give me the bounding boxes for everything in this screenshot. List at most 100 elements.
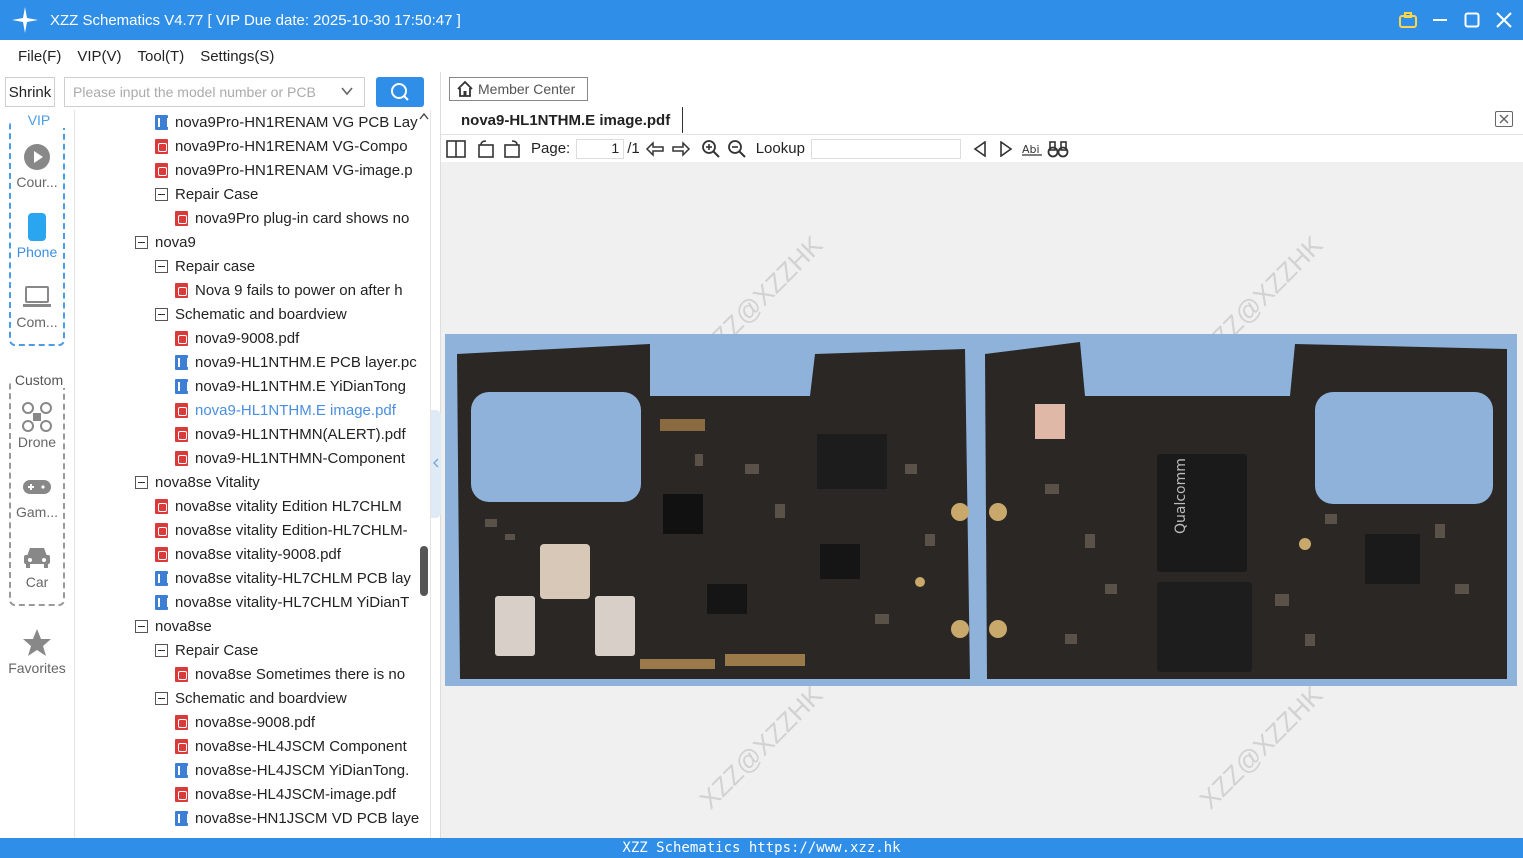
tree-item-label: nova9Pro-HN1RENAM VG PCB Lay [175,113,418,131]
match-case-icon[interactable]: Abi [1021,138,1043,160]
tree-file[interactable]: nova9-9008.pdf [175,326,299,350]
close-document-icon[interactable] [1495,111,1513,127]
tree-item-label: Repair case [175,257,256,275]
collapse-icon[interactable] [135,235,148,249]
tree-file[interactable]: nova8se-HL4JSCM Component [175,734,407,758]
tree-folder[interactable]: Schematic and boardview [155,302,347,326]
tree-file[interactable]: nova8se vitality Edition HL7CHLM [155,494,402,518]
collapse-tab[interactable] [431,410,441,518]
rail-item-courses[interactable]: Cour... [0,142,74,190]
tree-file[interactable]: nova8se-HL4JSCM YiDianTong. [175,758,409,782]
tree-file[interactable]: nova8se-9008.pdf [175,710,315,734]
collapse-icon[interactable] [155,643,168,657]
tree-file[interactable]: nova8se vitality Edition-HL7CHLM- [155,518,408,542]
menu-tool[interactable]: Tool(T) [138,48,185,65]
tree-folder[interactable]: nova8se Vitality [135,470,260,494]
pcb-file-icon [175,762,189,778]
tree-file[interactable]: nova8se vitality-HL7CHLM PCB lay [155,566,411,590]
zoom-out-icon[interactable] [726,138,748,160]
collapse-icon[interactable] [155,307,168,321]
find-next-icon[interactable] [995,138,1017,160]
tree-item-label: nova9-9008.pdf [195,329,300,347]
tree-file[interactable]: nova8se vitality-HL7CHLM YiDianT [155,590,409,614]
maximize-button[interactable] [1463,11,1481,29]
rail-item-games[interactable]: Gam... [0,472,74,520]
tree-file[interactable]: nova9Pro-HN1RENAM VG-image.p [155,158,413,182]
rail-item-favorites[interactable]: Favorites [0,628,74,676]
tree-file[interactable]: nova8se Sometimes there is no [175,662,405,686]
lookup-label: Lookup [755,140,805,157]
close-button[interactable] [1495,11,1513,29]
tree-file[interactable]: nova9-HL1NTHMN-Component [175,446,405,470]
tree-scrollbar[interactable] [418,110,430,838]
pdf-file-icon [175,666,188,682]
laptop-icon [22,282,52,312]
tree-folder[interactable]: Repair Case [155,182,258,206]
document-pane: Member Center nova9-HL1NTHM.E image.pdf … [441,72,1523,838]
tree-file[interactable]: nova9-HL1NTHM.E PCB layer.pc [175,350,417,374]
menu-vip[interactable]: VIP(V) [77,48,121,65]
search-button[interactable] [376,77,424,107]
rail-item-computer[interactable]: Com... [0,282,74,330]
collapse-icon[interactable] [135,619,148,633]
tree-item-label: nova9Pro plug-in card shows no [195,209,410,227]
tree-folder[interactable]: Repair Case [155,638,258,662]
rail-label-car: Car [25,574,49,590]
tree-folder[interactable]: nova9 [135,230,196,254]
sidebar-toggle-icon[interactable] [445,138,467,160]
search-input[interactable]: Please input the model number or PCB [64,77,365,107]
tree-file[interactable]: nova8se vitality-9008.pdf [155,542,341,566]
tree-file[interactable]: nova9-HL1NTHMN(ALERT).pdf [175,422,406,446]
tree-file[interactable]: nova8se-HN1JSCM VD PCB laye [175,806,419,830]
member-center-button[interactable]: Member Center [449,77,588,101]
tree-file[interactable]: nova9-HL1NTHM.E image.pdf [175,398,396,422]
rail-label-favorites: Favorites [8,660,66,676]
tree-folder[interactable]: Repair case [155,254,255,278]
tree-file[interactable]: nova9-HL1NTHM.E YiDianTong [175,374,406,398]
tree-item-label: Repair Case [175,185,259,203]
pdf-viewer[interactable]: XZZ@XZZHK XZZ@XZZHK XZZ@XZZHK XZZ@XZZHK [441,162,1523,838]
tree-item-label: nova8se-HN1JSCM VD PCB laye [195,809,420,827]
shrink-button[interactable]: Shrink [5,77,55,107]
rail-item-phone[interactable]: Phone [0,212,74,260]
collapse-icon[interactable] [155,691,168,705]
tree-file[interactable]: Nova 9 fails to power on after h [175,278,403,302]
lookup-input[interactable] [810,138,961,159]
binoculars-icon[interactable] [1047,138,1069,160]
tree-file[interactable]: nova8se-HL4JSCM-image.pdf [175,782,396,806]
scrollbar-thumb[interactable] [420,546,428,596]
rail-item-drone[interactable]: Drone [0,402,74,450]
menu-file[interactable]: File(F) [18,48,61,65]
document-tab[interactable]: nova9-HL1NTHM.E image.pdf [449,107,684,133]
briefcase-icon[interactable] [1399,11,1417,29]
collapse-icon[interactable] [135,475,148,489]
zoom-in-icon[interactable] [700,138,722,160]
tree-item-label: nova9-HL1NTHM.E image.pdf [195,401,396,419]
minimize-button[interactable] [1431,11,1449,29]
tree-file[interactable]: nova9Pro-HN1RENAM VG PCB Lay [155,110,418,134]
pdf-file-icon [155,138,168,154]
tree-file[interactable]: nova9Pro-HN1RENAM VG-Compo [155,134,408,158]
rotate-left-icon[interactable] [475,138,497,160]
collapse-icon[interactable] [155,187,168,201]
rail-item-car[interactable]: Car [0,542,74,590]
tree-folder[interactable]: nova8se [135,614,212,638]
panel-splitter[interactable] [431,72,441,838]
menu-settings[interactable]: Settings(S) [200,48,274,65]
arrow-right-icon[interactable] [670,138,692,160]
rotate-right-icon[interactable] [501,138,523,160]
pdf-file-icon [155,498,168,514]
app-logo-icon [12,7,38,33]
tree-item-label: nova8se Vitality [155,473,260,491]
collapse-icon[interactable] [155,259,168,273]
tree-file[interactable]: nova9Pro plug-in card shows no [175,206,409,230]
arrow-left-icon[interactable] [644,138,666,160]
chevron-down-icon[interactable] [340,84,354,101]
rail-label-games: Gam... [15,504,58,520]
search-placeholder: Please input the model number or PCB [73,84,316,100]
tree-folder[interactable]: Schematic and boardview [155,686,347,710]
find-previous-icon[interactable] [969,138,991,160]
custom-group-label: Custom [11,372,67,388]
page-number-input[interactable]: 1 [576,138,625,159]
tree-item-label: Nova 9 fails to power on after h [195,281,403,299]
